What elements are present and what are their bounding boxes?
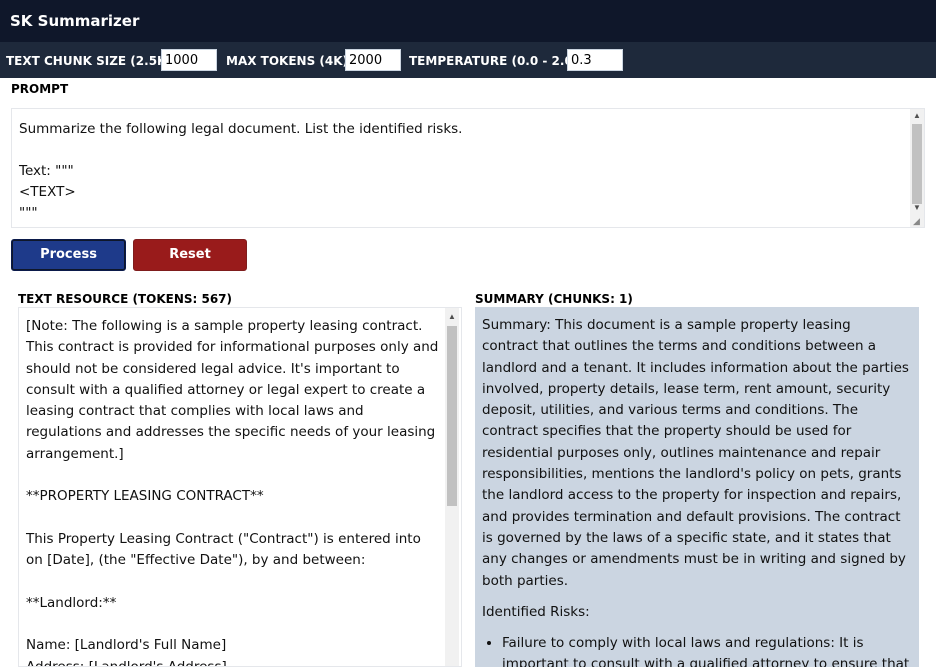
- process-button[interactable]: Process: [11, 239, 126, 271]
- resize-grip-icon[interactable]: ◢: [913, 216, 923, 226]
- prompt-textarea[interactable]: Summarize the following legal document. …: [11, 108, 925, 228]
- summary-label: SUMMARY (CHUNKS: 1): [475, 292, 633, 306]
- text-resource-label: TEXT RESOURCE (TOKENS: 567): [18, 292, 233, 306]
- settings-bar: TEXT CHUNK SIZE (2.5K): MAX TOKENS (4K):…: [0, 42, 936, 78]
- resource-scrollbar[interactable]: ▲: [445, 308, 459, 666]
- resource-scroll-thumb[interactable]: [447, 326, 457, 506]
- summary-paragraph: Summary: This document is a sample prope…: [482, 317, 909, 589]
- max-tokens-input[interactable]: [345, 49, 401, 71]
- text-resource-textarea[interactable]: [Note: The following is a sample propert…: [18, 307, 462, 667]
- app-title: SK Summarizer: [10, 12, 140, 30]
- prompt-scrollbar[interactable]: ▲ ▼: [910, 109, 924, 227]
- temperature-input[interactable]: [567, 49, 623, 71]
- prompt-scroll-thumb[interactable]: [912, 124, 922, 204]
- scroll-down-arrow-icon[interactable]: ▼: [910, 201, 924, 215]
- app-header: SK Summarizer: [0, 0, 936, 42]
- chunk-size-label: TEXT CHUNK SIZE (2.5K):: [6, 54, 177, 68]
- scroll-up-arrow-icon[interactable]: ▲: [445, 310, 459, 324]
- summary-panel: Summary: This document is a sample prope…: [475, 307, 919, 667]
- risks-list: Failure to comply with local laws and re…: [482, 633, 910, 667]
- risks-heading: Identified Risks:: [482, 603, 590, 620]
- scroll-up-arrow-icon[interactable]: ▲: [910, 109, 924, 123]
- temperature-label: TEMPERATURE (0.0 - 2.0):: [409, 54, 584, 68]
- text-resource-content[interactable]: [Note: The following is a sample propert…: [26, 316, 441, 666]
- reset-button[interactable]: Reset: [133, 239, 247, 271]
- chunk-size-input[interactable]: [161, 49, 217, 71]
- summary-content: Summary: This document is a sample prope…: [482, 315, 910, 667]
- prompt-text[interactable]: Summarize the following legal document. …: [19, 119, 904, 224]
- risk-item: Failure to comply with local laws and re…: [502, 633, 910, 667]
- max-tokens-label: MAX TOKENS (4K):: [226, 54, 353, 68]
- prompt-label: PROMPT: [11, 82, 69, 96]
